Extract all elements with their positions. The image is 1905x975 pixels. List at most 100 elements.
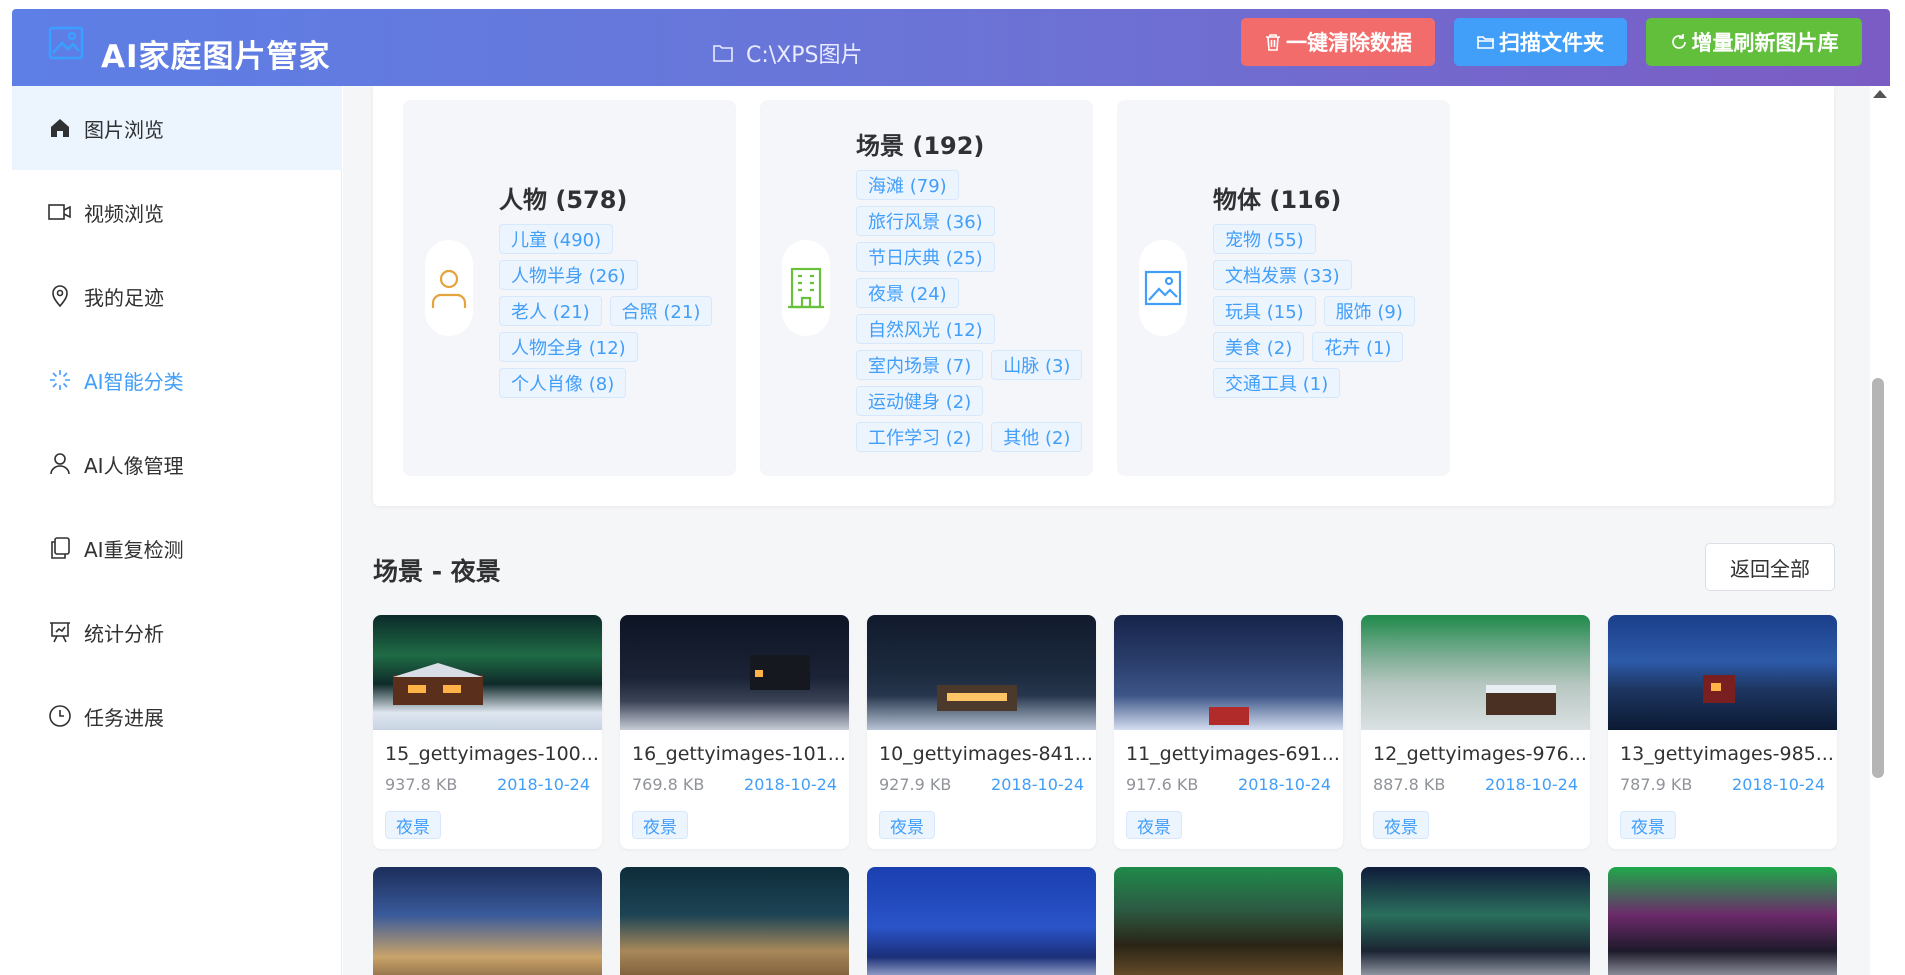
photo-tag[interactable]: 夜景 <box>385 811 441 839</box>
sidebar-item-label: AI人像管理 <box>84 453 184 478</box>
photo-tag[interactable]: 夜景 <box>879 811 935 839</box>
photo-size: 927.9 KB <box>879 775 952 794</box>
app-header: AI家庭图片管家 C:\XPS图片 一键清除数据 扫描文件夹 增量刷新图片库 <box>12 9 1890 86</box>
photo-thumbnail[interactable] <box>867 867 1096 975</box>
main-content: 人物 (578) 儿童 (490) 人物半身 (26) 老人 (21) 合照 (… <box>343 86 1890 975</box>
sidebar-item-footprints[interactable]: 我的足迹 <box>12 254 342 338</box>
photo-filename: 16_gettyimages-101... <box>632 743 846 765</box>
scrollbar-thumb[interactable] <box>1872 378 1884 778</box>
photo-card[interactable]: 10_gettyimages-841... 927.9 KB 2018-10-2… <box>867 615 1096 849</box>
category-tag[interactable]: 合照 (21) <box>609 296 713 326</box>
user-icon <box>425 240 473 336</box>
clear-data-label: 一键清除数据 <box>1286 31 1412 55</box>
photo-thumbnail[interactable] <box>1608 867 1837 975</box>
photo-card[interactable]: 16_gettyimages-101... 769.8 KB 2018-10-2… <box>620 615 849 849</box>
copy-icon <box>46 534 74 562</box>
category-tag[interactable]: 宠物 (55) <box>1213 224 1316 254</box>
sidebar-item-tasks[interactable]: 任务进展 <box>12 674 342 758</box>
category-tag[interactable]: 个人肖像 (8) <box>499 368 627 398</box>
photo-tag[interactable]: 夜景 <box>1620 811 1676 839</box>
category-tag[interactable]: 花卉 (1) <box>1312 332 1404 362</box>
photo-thumbnail[interactable] <box>867 615 1096 730</box>
photo-card[interactable]: 13_gettyimages-985... 787.9 KB 2018-10-2… <box>1608 615 1837 849</box>
sidebar-item-label: 视频浏览 <box>84 201 164 226</box>
photo-thumbnail[interactable] <box>620 867 849 975</box>
category-tag[interactable]: 人物全身 (12) <box>499 332 638 362</box>
sidebar-item-ai-portrait[interactable]: AI人像管理 <box>12 422 342 506</box>
category-tag[interactable]: 节日庆典 (25) <box>856 242 995 272</box>
photo-thumbnail[interactable] <box>1114 615 1343 730</box>
sidebar-item-ai-duplicate[interactable]: AI重复检测 <box>12 506 342 590</box>
sidebar-item-label: 我的足迹 <box>84 285 164 310</box>
photo-filename: 15_gettyimages-100... <box>385 743 599 765</box>
photo-size: 887.8 KB <box>1373 775 1446 794</box>
photo-filename: 13_gettyimages-985... <box>1620 743 1834 765</box>
photo-tag[interactable]: 夜景 <box>632 811 688 839</box>
category-card-objects: 物体 (116) 宠物 (55) 文档发票 (33) 玩具 (15) 服饰 (9… <box>1117 100 1450 476</box>
category-tag[interactable]: 自然风光 (12) <box>856 314 995 344</box>
user-icon <box>46 450 74 478</box>
sidebar-item-photos[interactable]: 图片浏览 <box>12 86 342 170</box>
category-title: 场景 (192) <box>856 132 985 160</box>
category-tag[interactable]: 交通工具 (1) <box>1213 368 1341 398</box>
scan-folder-label: 扫描文件夹 <box>1499 31 1604 55</box>
sidebar-item-videos[interactable]: 视频浏览 <box>12 170 342 254</box>
category-tag[interactable]: 山脉 (3) <box>991 350 1083 380</box>
scan-folder-button[interactable]: 扫描文件夹 <box>1454 18 1627 66</box>
category-tag[interactable]: 室内场景 (7) <box>856 350 984 380</box>
category-tag[interactable]: 旅行风景 (36) <box>856 206 995 236</box>
photo-thumbnail[interactable] <box>373 615 602 730</box>
sidebar-item-statistics[interactable]: 统计分析 <box>12 590 342 674</box>
category-tags: 海滩 (79) 旅行风景 (36) 节日庆典 (25) 夜景 (24) 自然风光… <box>856 170 1086 452</box>
category-card-people: 人物 (578) 儿童 (490) 人物半身 (26) 老人 (21) 合照 (… <box>403 100 736 476</box>
building-icon <box>782 240 830 336</box>
category-tag[interactable]: 美食 (2) <box>1213 332 1305 362</box>
photo-thumbnail[interactable] <box>373 867 602 975</box>
photo-filename: 12_gettyimages-976... <box>1373 743 1587 765</box>
picture-icon <box>1139 240 1187 336</box>
sidebar-item-label: AI智能分类 <box>84 369 184 394</box>
presentation-chart-icon <box>46 618 74 646</box>
photo-filename: 11_gettyimages-691... <box>1126 743 1340 765</box>
category-tag[interactable]: 人物半身 (26) <box>499 260 638 290</box>
sidebar-item-label: 图片浏览 <box>84 117 164 142</box>
refresh-library-label: 增量刷新图片库 <box>1691 31 1839 55</box>
category-tag[interactable]: 工作学习 (2) <box>856 422 984 452</box>
photo-thumbnail[interactable] <box>1114 867 1343 975</box>
photo-card[interactable]: 12_gettyimages-976... 887.8 KB 2018-10-2… <box>1361 615 1590 849</box>
category-tag[interactable]: 海滩 (79) <box>856 170 959 200</box>
category-tag[interactable]: 玩具 (15) <box>1213 296 1316 326</box>
trash-icon <box>1266 34 1280 51</box>
photo-thumbnail[interactable] <box>1608 615 1837 730</box>
category-title: 物体 (116) <box>1213 186 1342 214</box>
photo-thumbnail[interactable] <box>620 615 849 730</box>
scroll-up-arrow-icon[interactable] <box>1873 90 1887 98</box>
sidebar-item-ai-classify[interactable]: AI智能分类 <box>12 338 342 422</box>
photo-date: 2018-10-24 <box>1485 775 1578 794</box>
folder-path-text: C:\XPS图片 <box>746 43 863 68</box>
photo-card[interactable]: 15_gettyimages-100... 937.8 KB 2018-10-2… <box>373 615 602 849</box>
category-tag[interactable]: 文档发票 (33) <box>1213 260 1352 290</box>
photo-card[interactable]: 11_gettyimages-691... 917.6 KB 2018-10-2… <box>1114 615 1343 849</box>
category-tag[interactable]: 老人 (21) <box>499 296 602 326</box>
photo-tag[interactable]: 夜景 <box>1373 811 1429 839</box>
sidebar-item-label: 统计分析 <box>84 621 164 646</box>
folder-icon <box>713 45 733 62</box>
refresh-library-button[interactable]: 增量刷新图片库 <box>1646 18 1862 66</box>
category-tags: 儿童 (490) 人物半身 (26) 老人 (21) 合照 (21) 人物全身 … <box>499 224 729 398</box>
category-tag[interactable]: 夜景 (24) <box>856 278 959 308</box>
photo-thumbnail[interactable] <box>1361 867 1590 975</box>
category-tag[interactable]: 服饰 (9) <box>1323 296 1415 326</box>
category-panel: 人物 (578) 儿童 (490) 人物半身 (26) 老人 (21) 合照 (… <box>373 86 1834 506</box>
clear-data-button[interactable]: 一键清除数据 <box>1241 18 1435 66</box>
category-tag[interactable]: 儿童 (490) <box>499 224 614 254</box>
photo-thumbnail[interactable] <box>1361 615 1590 730</box>
category-tag[interactable]: 其他 (2) <box>991 422 1083 452</box>
back-to-all-button[interactable]: 返回全部 <box>1705 543 1835 591</box>
photo-tag[interactable]: 夜景 <box>1126 811 1182 839</box>
category-tag[interactable]: 运动健身 (2) <box>856 386 984 416</box>
sidebar-item-label: 任务进展 <box>84 705 164 730</box>
home-icon <box>46 114 74 142</box>
photo-date: 2018-10-24 <box>1238 775 1331 794</box>
video-icon <box>46 198 74 226</box>
